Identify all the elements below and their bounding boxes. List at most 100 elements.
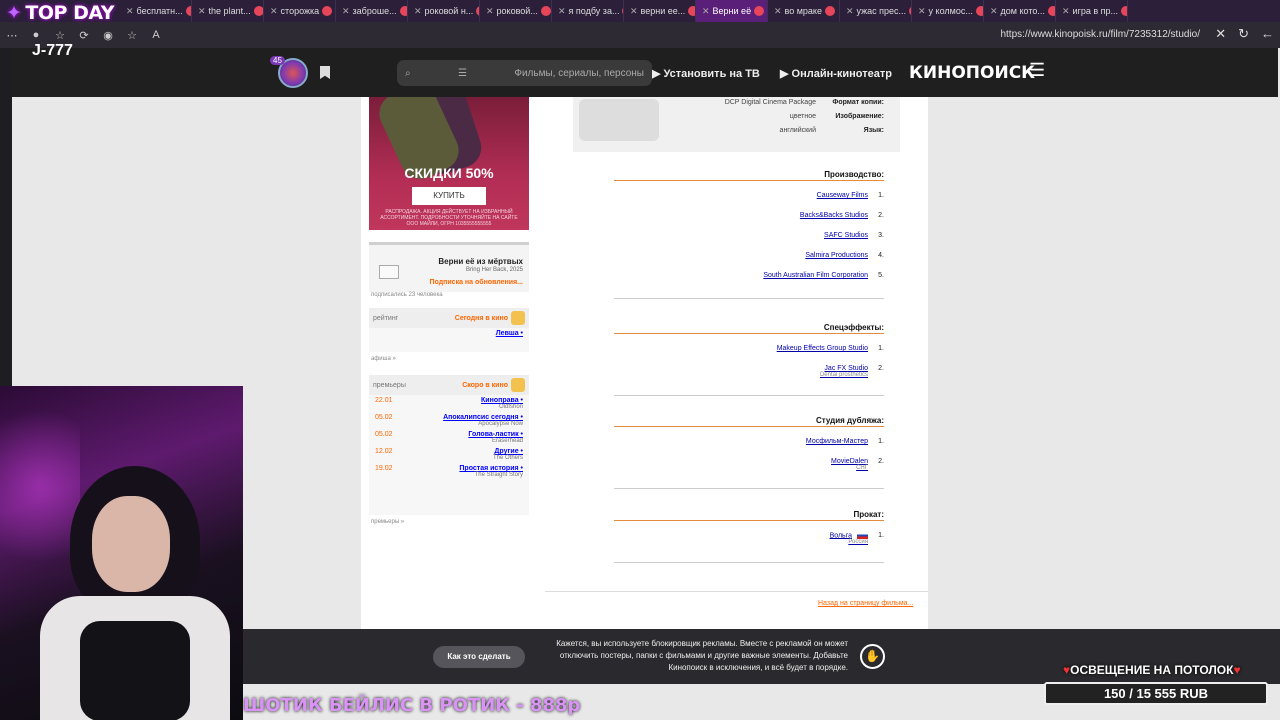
soon-more-link[interactable]: премьеры »: [369, 517, 529, 527]
company-link[interactable]: Causeway Films: [817, 192, 868, 199]
goal-title: ♥ОСВЕЩЕНИЕ НА ПОТОЛОК♥: [1063, 663, 1241, 677]
company-link[interactable]: MovieDalen СНГ: [831, 458, 868, 471]
close-tab-icon[interactable]: ✕: [846, 6, 854, 17]
reload-icon[interactable]: ↻: [1238, 26, 1249, 42]
close-tab-icon[interactable]: ✕: [342, 6, 350, 17]
promo-buy-button[interactable]: КУПИТЬ: [412, 187, 486, 205]
close-tab-icon[interactable]: ✕: [414, 6, 422, 17]
list-item: 2. Backs&Backs Studios: [800, 212, 884, 219]
tab-label: я подбу за...: [568, 6, 620, 16]
film-original-title: Eraserhead: [491, 438, 523, 444]
url-field[interactable]: https://www.kinopoisk.ru/film/7235312/st…: [1000, 29, 1200, 40]
browser-tab[interactable]: ✕ дом кото...: [984, 0, 1056, 22]
tab-label: у колмос...: [928, 6, 973, 16]
subscribe-box: Верни её из мёртвых Bring Her Back, 2025…: [369, 242, 529, 292]
company-link[interactable]: South Australian Film Corporation: [763, 272, 868, 279]
bookmark-icon[interactable]: [320, 66, 330, 79]
list-item: Левша •: [369, 328, 529, 339]
webcam-face: [92, 496, 170, 592]
close-tab-icon[interactable]: ✕: [774, 6, 782, 17]
film-link[interactable]: Левша •: [496, 330, 523, 337]
star-icon[interactable]: ☆: [124, 29, 140, 42]
close-tab-icon[interactable]: ✕: [1062, 6, 1070, 17]
browser-tab[interactable]: ✕ заброше...: [336, 0, 408, 22]
extension-icon[interactable]: ⟳: [76, 29, 92, 42]
list-item: 1. Мосфильм-Мастер: [806, 438, 884, 445]
film-link[interactable]: Другие •: [493, 448, 523, 455]
item-number: 1.: [878, 438, 884, 445]
film-link[interactable]: Голова-ластик •: [468, 431, 523, 438]
subscribe-link[interactable]: Подписка на обновления...: [429, 279, 523, 286]
item-number: 5.: [878, 272, 884, 279]
site-favicon-icon: [1121, 6, 1127, 16]
soon-heading: Скоро в кино: [462, 381, 508, 389]
close-tab-icon[interactable]: ✕: [558, 6, 566, 17]
back-icon[interactable]: ←: [1261, 26, 1274, 42]
back-to-film-link[interactable]: Назад на страницу фильма...: [818, 600, 913, 607]
site-logo[interactable]: КИНОПОИСК: [909, 63, 1035, 83]
close-tab-icon[interactable]: ✕: [486, 6, 494, 17]
tech-row: Формат копии: DCP Digital Cinema Package: [706, 99, 884, 106]
film-original-title: Oldfshon: [498, 404, 523, 410]
search-input[interactable]: ⌕ ☰ Фильмы, сериалы, персоны: [397, 60, 652, 86]
section-end-divider: [614, 395, 884, 396]
film-info: Апокалипсис сегодня • Apocalypse Now: [443, 414, 523, 427]
nav-install-tv[interactable]: ▶ Установить на ТВ: [652, 67, 760, 80]
company-link[interactable]: Jac FX Studio Dental prosthetics: [820, 365, 868, 378]
how-to-button[interactable]: Как это сделать: [433, 646, 525, 668]
film-link[interactable]: Апокалипсис сегодня •: [443, 414, 523, 421]
film-link[interactable]: Простая история •: [459, 465, 523, 472]
browser-tab[interactable]: ✕ сторожка: [264, 0, 336, 22]
browser-tab[interactable]: ✕ верни ее...: [624, 0, 696, 22]
profile-icon[interactable]: ●: [28, 29, 44, 41]
close-tab-icon[interactable]: ✕: [1215, 26, 1226, 42]
browser-tab[interactable]: ✕ во мраке: [768, 0, 840, 22]
company-link[interactable]: Makeup Effects Group Studio: [777, 345, 868, 352]
browser-tab[interactable]: ✕ игра в пр...: [1056, 0, 1128, 22]
stream-title-overlay: ✦ TOP DAY: [6, 2, 114, 24]
close-tab-icon[interactable]: ✕: [918, 6, 926, 17]
company-link[interactable]: Мосфильм-Мастер: [806, 438, 868, 445]
browser-tab[interactable]: ✕ Верни её: [696, 0, 768, 22]
film-link[interactable]: Киноправа •: [481, 397, 523, 404]
list-item: 3. SAFC Studios: [824, 232, 884, 239]
today-more-link[interactable]: афиша »: [369, 354, 529, 364]
release-date: 05.02: [375, 414, 393, 421]
filter-icon[interactable]: ☰: [458, 68, 467, 79]
tech-row: Изображение: цветное: [706, 113, 884, 120]
browser-tab[interactable]: ✕ у колмос...: [912, 0, 984, 22]
tech-key: Язык:: [863, 127, 884, 134]
browser-tab[interactable]: ✕ роковой...: [480, 0, 552, 22]
vpn-icon[interactable]: ◉: [100, 29, 116, 42]
close-tab-icon[interactable]: ✕: [270, 6, 278, 17]
webcam-overlay: [0, 386, 243, 720]
browser-tab[interactable]: ✕ ужас прес...: [840, 0, 912, 22]
favorites-icon[interactable]: ☆: [52, 29, 68, 42]
company-link[interactable]: Backs&Backs Studios: [800, 212, 868, 219]
company-link[interactable]: Salmira Productions: [805, 252, 868, 259]
section-divider: [614, 180, 884, 181]
close-tab-icon[interactable]: ✕: [630, 6, 638, 17]
reader-icon[interactable]: A: [148, 29, 164, 41]
close-tab-icon[interactable]: ✕: [198, 6, 206, 17]
close-tab-icon[interactable]: ✕: [126, 6, 134, 17]
item-number: 2.: [878, 212, 884, 219]
search-icon[interactable]: ⌕: [405, 68, 411, 79]
item-number: 1.: [878, 532, 884, 539]
browser-tab[interactable]: ✕ бесплатн...: [120, 0, 192, 22]
browser-tab[interactable]: ✕ the plant...: [192, 0, 264, 22]
close-tab-icon[interactable]: ✕: [990, 6, 998, 17]
promo-banner[interactable]: СКИДКИ 50% КУПИТЬ РАСПРОДАЖА. АКЦИЯ ДЕЙС…: [369, 97, 529, 230]
browser-tab[interactable]: ✕ роковой н...: [408, 0, 480, 22]
close-tab-icon[interactable]: ✕: [702, 6, 710, 17]
list-item: 5. South Australian Film Corporation: [763, 272, 884, 279]
nav-online-cinema[interactable]: ▶ Онлайн-кинотеатр: [780, 67, 892, 80]
tab-label: the plant...: [208, 6, 251, 16]
tab-label: сторожка: [280, 6, 320, 16]
company-link[interactable]: Вольга Россия: [830, 532, 868, 545]
section-divider: [614, 333, 884, 334]
menu-dots-icon[interactable]: ⋯: [4, 29, 20, 42]
browser-tab[interactable]: ✕ я подбу за...: [552, 0, 624, 22]
company-link[interactable]: SAFC Studios: [824, 232, 868, 239]
list-item: 2. Jac FX Studio Dental prosthetics: [820, 365, 884, 378]
